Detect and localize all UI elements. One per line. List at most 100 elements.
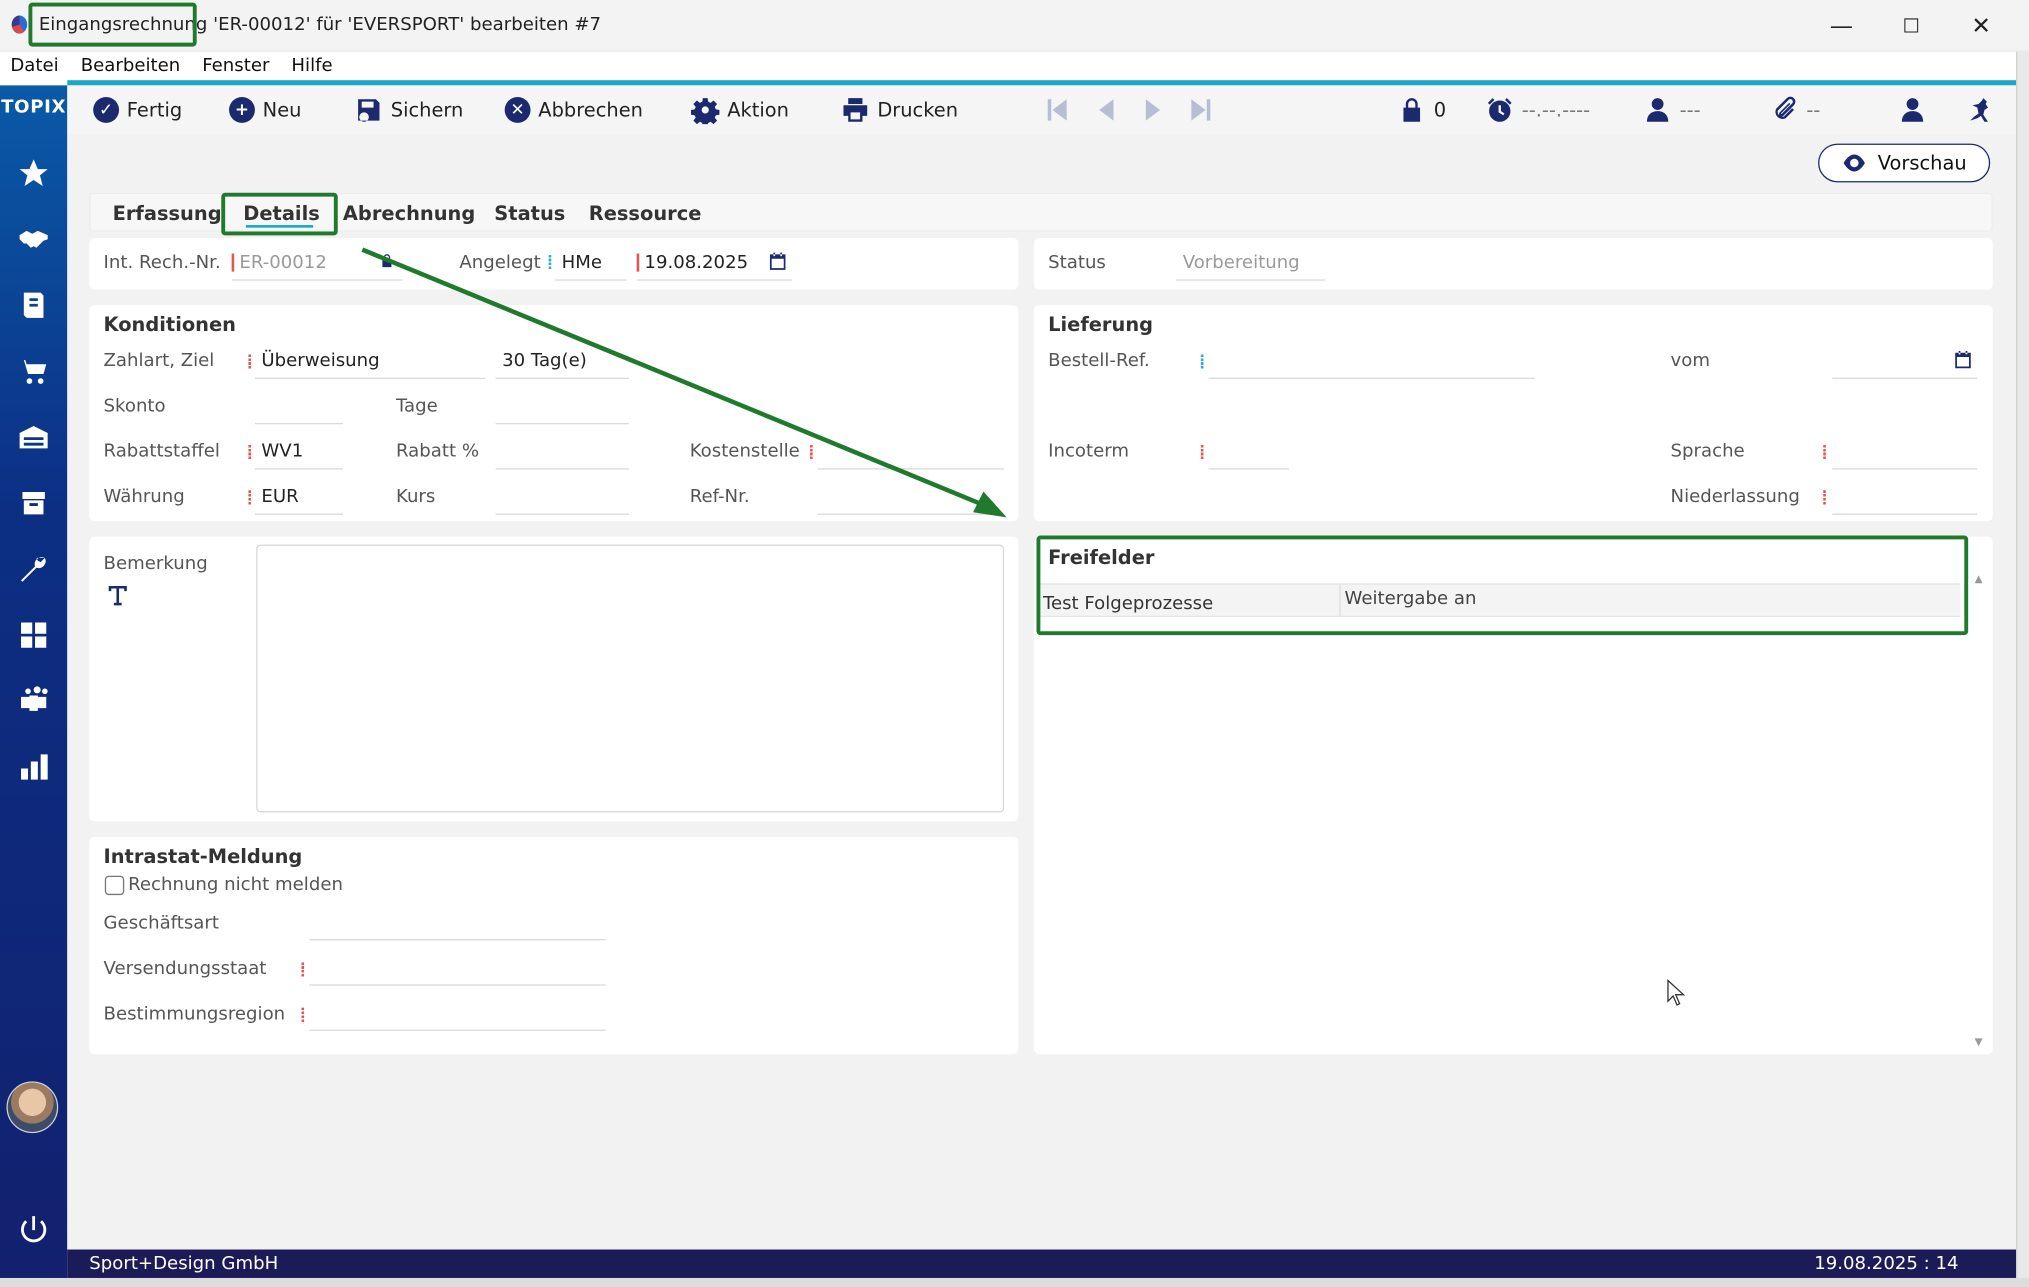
first-record-icon[interactable] xyxy=(1043,96,1071,124)
menu-datei[interactable]: Datei xyxy=(10,56,58,77)
scrollbar[interactable]: ▲ ▼ xyxy=(1972,573,1988,1054)
angelegt-user[interactable]: HMe xyxy=(562,252,602,273)
field-underline xyxy=(555,279,627,281)
last-record-icon[interactable] xyxy=(1187,96,1215,124)
paperclip-icon xyxy=(1775,96,1796,119)
sidebar: TOPIX xyxy=(0,85,68,1287)
sprache-field[interactable] xyxy=(1832,468,1978,470)
int-rech-value: ER-00012 xyxy=(239,252,327,273)
waehrung-value[interactable]: EUR xyxy=(261,486,298,507)
status-label: Status xyxy=(1048,252,1106,273)
tage-field[interactable] xyxy=(495,422,629,425)
invoice-icon[interactable] xyxy=(14,286,53,325)
calendar-icon[interactable] xyxy=(767,251,788,277)
menu-fenster[interactable]: Fenster xyxy=(202,56,269,77)
rabatt-field[interactable] xyxy=(495,468,629,470)
sichern-button[interactable]: Sichern xyxy=(355,96,463,124)
tab-erfassung[interactable]: Erfassung xyxy=(113,202,222,225)
section-title: Intrastat-Meldung xyxy=(103,844,303,868)
vorschau-button[interactable]: Vorschau xyxy=(1818,143,1991,183)
status-bar: Sport+Design GmbH 19.08.2025 : 14 xyxy=(67,1249,2017,1278)
required-marker xyxy=(248,354,252,370)
scroll-down-icon[interactable]: ▼ xyxy=(1975,1036,1983,1048)
drucken-button[interactable]: Drucken xyxy=(841,96,958,124)
incoterm-label: Incoterm xyxy=(1048,441,1130,462)
menu-hilfe[interactable]: Hilfe xyxy=(291,56,332,77)
kurs-label: Kurs xyxy=(395,486,436,508)
plus-icon: + xyxy=(229,97,255,123)
bemerkung-textarea[interactable] xyxy=(256,544,1005,813)
geschaeftsart-label: Geschäftsart xyxy=(103,913,219,934)
info-marker xyxy=(548,254,552,271)
wrench-icon[interactable] xyxy=(14,550,53,589)
previous-record-icon[interactable] xyxy=(1092,96,1120,124)
lock-icon xyxy=(1403,98,1421,122)
required-marker xyxy=(248,490,252,506)
menu-bearbeiten[interactable]: Bearbeiten xyxy=(81,56,181,77)
checkbox-label: Rechnung nicht melden xyxy=(128,874,343,896)
bestell-ref-field[interactable] xyxy=(1208,377,1535,379)
neu-button[interactable]: + Neu xyxy=(229,96,301,124)
user-icon xyxy=(1646,98,1669,122)
topix-logo: TOPIX xyxy=(1,97,67,118)
avatar[interactable] xyxy=(6,1081,59,1134)
alarm-indicator[interactable]: --.--.---- xyxy=(1486,96,1590,124)
tab-bar: Erfassung Details Abrechnung Status Ress… xyxy=(89,192,1993,232)
text-format-icon[interactable] xyxy=(107,583,128,606)
power-icon[interactable] xyxy=(14,1211,53,1250)
eye-icon xyxy=(1843,154,1866,172)
archive-icon[interactable] xyxy=(14,484,53,523)
versendungsstaat-field[interactable] xyxy=(309,984,606,986)
profile-icon[interactable] xyxy=(1898,96,1926,124)
rabattstaffel-value[interactable]: WV1 xyxy=(261,441,303,462)
lock-indicator[interactable]: 0 xyxy=(1398,96,1446,124)
skonto-field[interactable] xyxy=(254,422,343,425)
annotation-box-details-tab xyxy=(221,192,338,236)
niederlassung-field[interactable] xyxy=(1832,513,1978,515)
user-indicator[interactable]: --- xyxy=(1643,96,1701,124)
ziel-value[interactable]: 30 Tag(e) xyxy=(502,351,587,372)
vom-label: vom xyxy=(1670,350,1711,372)
attachment-indicator[interactable]: -- xyxy=(1770,96,1820,124)
star-icon[interactable] xyxy=(14,154,53,193)
minimize-button[interactable]: — xyxy=(1815,8,1867,44)
tab-status[interactable]: Status xyxy=(494,202,565,225)
bemerkung-panel: Bemerkung xyxy=(89,536,1019,822)
tab-abrechnung[interactable]: Abrechnung xyxy=(343,202,475,225)
field-underline xyxy=(231,279,403,281)
aktion-button[interactable]: Aktion xyxy=(690,96,789,125)
fertig-button[interactable]: ✓ Fertig xyxy=(93,96,182,124)
printer-icon xyxy=(843,98,868,122)
rechnung-nicht-melden-checkbox[interactable] xyxy=(104,875,125,896)
maximize-button[interactable]: ☐ xyxy=(1885,8,1937,44)
required-marker xyxy=(1200,444,1204,461)
next-record-icon[interactable] xyxy=(1139,96,1167,124)
menu-bar: Datei Bearbeiten Fenster Hilfe xyxy=(0,51,2029,81)
kurs-field[interactable] xyxy=(495,513,629,515)
kostenstelle-field[interactable] xyxy=(817,468,1005,470)
handshake-icon[interactable] xyxy=(14,220,53,259)
bestimmungsregion-field[interactable] xyxy=(309,1029,606,1031)
vom-field[interactable] xyxy=(1832,377,1978,379)
refnr-field[interactable] xyxy=(817,513,1005,515)
calendar-icon[interactable] xyxy=(1953,349,1974,375)
kangaroo-icon[interactable] xyxy=(1964,96,1992,124)
rabatt-label: Rabatt % xyxy=(395,441,480,462)
required-marker xyxy=(248,444,252,461)
warehouse-icon[interactable] xyxy=(14,418,53,457)
close-button[interactable]: ✕ xyxy=(1955,8,2007,44)
cart-icon[interactable] xyxy=(14,352,53,391)
incoterm-field[interactable] xyxy=(1208,468,1289,470)
calculator-icon[interactable] xyxy=(14,616,53,655)
angelegt-date[interactable]: 19.08.2025 xyxy=(644,252,748,273)
status-panel: Status Vorbereitung xyxy=(1033,238,1993,290)
lieferung-panel: Lieferung Bestell-Ref. vom Incoterm Spra… xyxy=(1033,305,1993,522)
geschaeftsart-field[interactable] xyxy=(309,939,606,941)
chart-icon[interactable] xyxy=(14,748,53,787)
zahlart-value[interactable]: Überweisung xyxy=(261,351,379,372)
abbrechen-button[interactable]: ✕ Abbrechen xyxy=(504,96,643,124)
people-icon[interactable] xyxy=(14,682,53,721)
scroll-up-icon[interactable]: ▲ xyxy=(1975,573,1983,585)
required-marker xyxy=(636,253,640,272)
tab-ressource[interactable]: Ressource xyxy=(589,202,702,225)
